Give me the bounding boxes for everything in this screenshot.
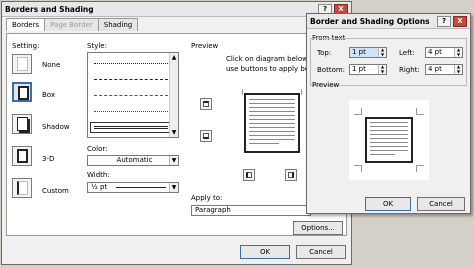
style-list[interactable]: ▲ ▼: [87, 52, 179, 138]
options-button[interactable]: Options...: [293, 221, 343, 235]
tab-borders[interactable]: Borders: [6, 18, 46, 31]
right-spin-arrows-icon[interactable]: ▲ ▼: [454, 64, 462, 74]
width-dropdown-icon[interactable]: ▼: [169, 183, 178, 192]
style-selected-line[interactable]: [90, 122, 172, 133]
top-spinner[interactable]: 1 pt ▲ ▼: [349, 47, 387, 58]
tab-shading[interactable]: Shading: [97, 18, 139, 31]
options-help-button[interactable]: ?: [437, 15, 451, 27]
main-dialog-title: Borders and Shading: [5, 4, 94, 14]
options-preview-diagram: [349, 100, 429, 180]
right-spinner[interactable]: 4 pt ▲ ▼: [425, 64, 463, 75]
style-scrollbar[interactable]: ▲ ▼: [169, 53, 178, 137]
scroll-up-icon[interactable]: ▲: [171, 54, 177, 61]
border-options-dialog: Border and Shading Options ? X From text…: [306, 13, 471, 214]
bottom-value: 1 pt: [352, 65, 366, 73]
top-border-button[interactable]: [200, 98, 212, 110]
left-spin-arrows-icon[interactable]: ▲ ▼: [454, 47, 462, 57]
bottom-label: Bottom:: [317, 66, 346, 74]
width-sample-line: [116, 187, 166, 188]
borders-and-shading-dialog: Borders and Shading ? X Borders Page Bor…: [1, 1, 352, 265]
top-label: Top:: [317, 49, 332, 57]
right-border-button[interactable]: [285, 169, 297, 181]
apply-to-combo[interactable]: Paragraph: [191, 205, 311, 216]
setting-3d-label[interactable]: 3-D: [42, 155, 54, 163]
from-text-group: [310, 38, 467, 86]
bottom-spinner[interactable]: 1 pt ▲ ▼: [349, 64, 387, 75]
right-value: 4 pt: [428, 65, 442, 73]
left-value: 4 pt: [428, 48, 442, 56]
right-label: Right:: [399, 66, 420, 74]
main-titlebar: Borders and Shading ? X: [2, 2, 351, 17]
color-combo[interactable]: Automatic ▼: [87, 155, 179, 166]
setting-box-icon[interactable]: [12, 82, 32, 102]
setting-box-label[interactable]: Box: [42, 91, 55, 99]
setting-3d-icon[interactable]: [12, 146, 32, 166]
left-spinner[interactable]: 4 pt ▲ ▼: [425, 47, 463, 58]
tab-page-border[interactable]: Page Border: [44, 18, 99, 31]
main-cancel-button[interactable]: Cancel: [296, 245, 346, 259]
width-combo[interactable]: ½ pt ▼: [87, 182, 179, 193]
setting-label: Setting:: [12, 42, 40, 50]
width-value: ½ pt: [91, 183, 108, 191]
top-spin-arrows-icon[interactable]: ▲ ▼: [378, 47, 386, 57]
main-preview-diagram[interactable]: [237, 86, 307, 160]
setting-none-icon[interactable]: [12, 54, 32, 74]
setting-custom-icon[interactable]: [12, 178, 32, 198]
bottom-spin-arrows-icon[interactable]: ▲ ▼: [378, 64, 386, 74]
style-dash-dot-line[interactable]: [94, 95, 168, 96]
options-dialog-title: Border and Shading Options: [310, 16, 430, 26]
options-titlebar: Border and Shading Options ? X: [307, 14, 470, 29]
color-value: Automatic: [116, 156, 153, 164]
top-value: 1 pt: [352, 48, 366, 56]
main-ok-button[interactable]: OK: [240, 245, 290, 259]
setting-shadow-label[interactable]: Shadow: [42, 123, 70, 131]
options-close-button[interactable]: X: [453, 15, 467, 27]
setting-custom-label[interactable]: Custom: [42, 187, 69, 195]
style-dash-dot-dot-line[interactable]: [94, 111, 168, 112]
color-label: Color:: [87, 145, 108, 153]
preview-hint-line-2: use buttons to apply bord: [226, 65, 317, 73]
tab-strip: Borders Page Border Shading: [6, 18, 139, 31]
style-label: Style:: [87, 42, 107, 50]
options-cancel-button[interactable]: Cancel: [417, 197, 465, 211]
borders-panel: Setting: None Box Shadow 3-D Custom Styl…: [6, 33, 347, 236]
left-label: Left:: [399, 49, 415, 57]
preview-label: Preview: [191, 42, 219, 50]
style-dotted-line[interactable]: [94, 63, 168, 64]
options-ok-button[interactable]: OK: [365, 197, 411, 211]
style-dashed-line[interactable]: [94, 79, 168, 80]
options-preview-box: [365, 117, 413, 163]
apply-to-label: Apply to:: [191, 194, 223, 202]
apply-to-value: Paragraph: [195, 206, 231, 214]
setting-shadow-icon[interactable]: [12, 114, 32, 134]
options-preview-label: Preview: [312, 81, 340, 89]
color-dropdown-icon[interactable]: ▼: [169, 156, 178, 165]
bottom-border-button[interactable]: [200, 130, 212, 142]
preview-hint-line-1: Click on diagram below o: [226, 55, 315, 63]
width-label: Width:: [87, 171, 110, 179]
left-border-button[interactable]: [243, 169, 255, 181]
scroll-down-icon[interactable]: ▼: [171, 129, 177, 136]
setting-none-label[interactable]: None: [42, 61, 60, 69]
